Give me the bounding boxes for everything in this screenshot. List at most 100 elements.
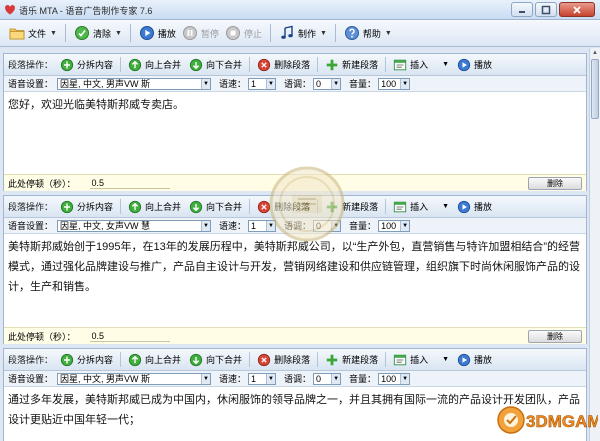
insert-icon [393,200,407,214]
new-paragraph-button[interactable]: 新建段落 [322,351,381,369]
volume-label: 音量： [349,79,377,89]
paragraph-text[interactable]: 您好，欢迎光临美特斯邦威专卖店。 [4,92,586,174]
maximize-button[interactable] [535,2,557,17]
split-button[interactable]: 分拆内容 [57,351,116,369]
voice-settings-label: 语音设置： [8,221,54,231]
maximize-icon [541,5,551,14]
voice-select[interactable]: 因星, 中文, 男声VW 斯 ▼ [57,77,212,90]
toolbar-divider [249,352,251,367]
minimize-button[interactable] [511,2,533,17]
paragraph-toolbar: 段落操作： 分拆内容 向上合并 向下合并 删除段落 新建段落 插入 ▼ 播放 [4,349,586,371]
dropdown-arrow-icon: ▼ [400,220,410,231]
paragraph-play-button[interactable]: 播放 [454,198,495,216]
insert-menu-button[interactable]: 插入 ▼ [390,56,452,74]
paragraph-play-button[interactable]: 播放 [454,56,495,74]
voice-select[interactable]: 因星, 中文, 男声VW 斯 ▼ [57,372,212,385]
main-toolbar: 文件 ▼ 清除 ▼ 播放 暂停 停止 制作 ▼ 帮助 ▼ [0,20,600,47]
volume-select[interactable]: 100 ▼ [378,77,411,90]
volume-label: 音量： [349,374,377,384]
voice-value: 因星, 中文, 女声VW 慧 [60,221,151,231]
dropdown-arrow-icon: ▼ [50,29,57,37]
produce-label: 制作 [297,28,316,39]
merge-up-button[interactable]: 向上合并 [125,198,184,216]
merge-down-button[interactable]: 向下合并 [186,198,245,216]
volume-select[interactable]: 100 ▼ [378,219,411,232]
voice-settings-label: 语音设置： [8,374,54,384]
dropdown-arrow-icon: ▼ [319,29,327,37]
paragraph-play-label: 播放 [474,202,493,212]
split-button[interactable]: 分拆内容 [57,198,116,216]
delete-paragraph-button[interactable]: 删除段落 [254,56,313,74]
insert-menu-button[interactable]: 插入 ▼ [390,198,452,216]
clear-menu-button[interactable]: 清除 ▼ [71,22,125,44]
merge-down-button[interactable]: 向下合并 [186,351,245,369]
pitch-select[interactable]: 0 ▼ [313,219,342,232]
pause-seconds-input[interactable] [89,177,170,189]
dropdown-arrow-icon: ▼ [400,373,410,384]
delete-button[interactable]: 删除 [528,330,582,343]
insert-menu-button[interactable]: 插入 ▼ [390,351,452,369]
file-menu-button[interactable]: 文件 ▼ [6,22,60,44]
pause-seconds-input[interactable] [89,330,170,342]
insert-label: 插入 [410,202,429,212]
paragraph-list[interactable]: 段落操作： 分拆内容 向上合并 向下合并 删除段落 新建段落 插入 ▼ 播放 语音… [0,48,589,441]
dropdown-arrow-icon: ▼ [266,220,276,231]
toolbar-divider [334,24,336,42]
produce-menu-button[interactable]: 制作 ▼ [276,22,330,44]
volume-select[interactable]: 100 ▼ [378,372,411,385]
merge-up-button[interactable]: 向上合并 [125,56,184,74]
voice-settings-row: 语音设置： 因星, 中文, 女声VW 慧 ▼ 语速： 1 ▼ 语调： 0 ▼ 音量： … [4,218,586,234]
stop-icon [225,25,241,41]
speed-value: 1 [251,78,257,89]
pause-button[interactable]: 暂停 [179,22,222,44]
stop-button[interactable]: 停止 [222,22,265,44]
speed-select[interactable]: 1 ▼ [248,372,277,385]
paragraph-play-button[interactable]: 播放 [454,351,495,369]
scrollbar-thumb[interactable] [591,59,599,119]
paragraph-play-label: 播放 [474,60,493,70]
new-paragraph-button[interactable]: 新建段落 [322,198,381,216]
delete-paragraph-button[interactable]: 删除段落 [254,198,313,216]
delete-icon [257,58,271,72]
delete-paragraph-label: 删除段落 [274,355,311,365]
dropdown-arrow-icon: ▼ [442,61,450,68]
dropdown-arrow-icon: ▼ [331,220,341,231]
clear-label: 清除 [92,28,111,39]
paragraph-text[interactable]: 美特斯邦威始创于1995年，在13年的发展历程中，美特斯邦威公司，以“生产外包，… [4,234,586,327]
merge-up-label: 向上合并 [145,202,182,212]
delete-paragraph-button[interactable]: 删除段落 [254,351,313,369]
merge-up-button[interactable]: 向上合并 [125,351,184,369]
new-paragraph-button[interactable]: 新建段落 [322,56,381,74]
speed-select[interactable]: 1 ▼ [248,219,277,232]
delete-button[interactable]: 删除 [528,177,582,190]
merge-down-button[interactable]: 向下合并 [186,56,245,74]
split-button[interactable]: 分拆内容 [57,56,116,74]
toolbar-divider [317,199,319,214]
toolbar-divider [120,199,122,214]
help-menu-button[interactable]: 帮助 ▼ [341,22,395,44]
new-paragraph-label: 新建段落 [342,202,379,212]
split-label: 分拆内容 [77,202,114,212]
pitch-select[interactable]: 0 ▼ [313,372,342,385]
split-label: 分拆内容 [77,355,114,365]
split-icon [60,58,74,72]
paragraph-panel: 段落操作： 分拆内容 向上合并 向下合并 删除段落 新建段落 插入 ▼ 播放 语音… [3,53,587,191]
paragraph-text[interactable]: 通过多年发展，美特斯邦威已成为中国内，休闲服饰的领导品牌之一，并且其拥有国际一流… [4,387,586,441]
dropdown-arrow-icon: ▼ [201,373,211,384]
vertical-scrollbar[interactable]: ▲ [589,48,600,441]
play-button[interactable]: 播放 [136,22,179,44]
close-button[interactable] [559,2,595,17]
voice-select[interactable]: 因星, 中文, 女声VW 慧 ▼ [57,219,212,232]
scroll-up-icon[interactable]: ▲ [590,48,600,58]
ops-label: 段落操作： [8,202,54,212]
ops-label: 段落操作： [8,355,54,365]
toolbar-divider [385,57,387,72]
title-bar[interactable]: 语乐 MTA - 语音广告制作专家 7.6 [0,0,600,20]
pause-label: 暂停 [200,28,219,39]
speed-select[interactable]: 1 ▼ [248,77,277,90]
pitch-select[interactable]: 0 ▼ [313,77,342,90]
dropdown-arrow-icon: ▼ [266,373,276,384]
paragraph-toolbar: 段落操作： 分拆内容 向上合并 向下合并 删除段落 新建段落 插入 ▼ 播放 [4,196,586,218]
delete-icon [257,353,271,367]
volume-value: 100 [381,373,397,384]
